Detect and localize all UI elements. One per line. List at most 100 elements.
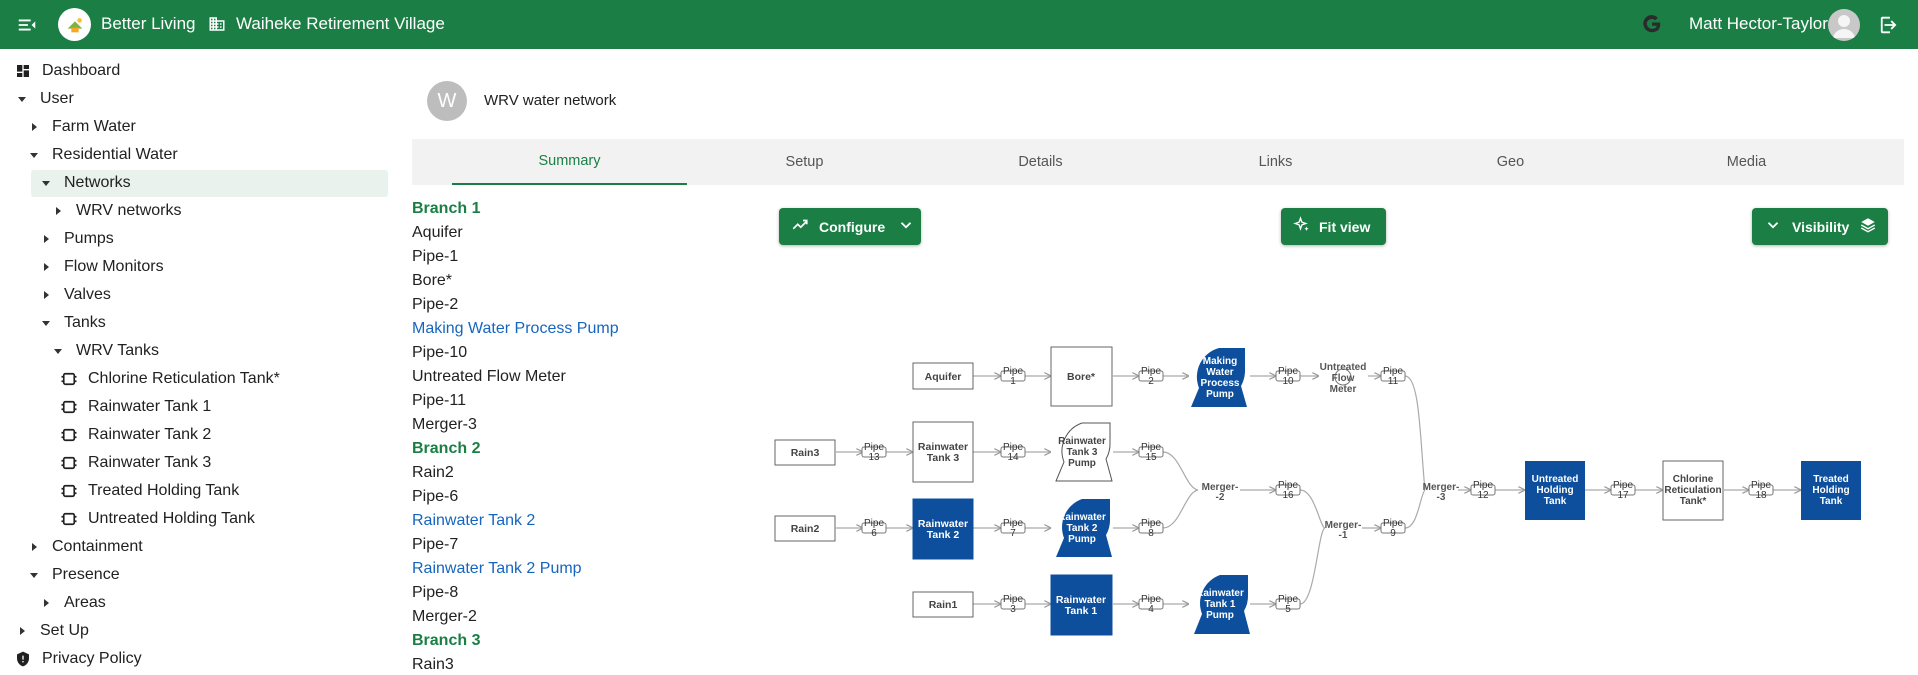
sidebar-item-presence[interactable]: Presence bbox=[28, 561, 120, 589]
caret-down-icon bbox=[40, 317, 52, 329]
list-item: Untreated Flow Meter bbox=[412, 368, 566, 385]
sidebar-item-areas[interactable]: Areas bbox=[40, 589, 106, 617]
sidebar-item-tank[interactable]: Rainwater Tank 1 bbox=[60, 393, 211, 421]
app-name[interactable]: Better Living bbox=[101, 14, 196, 34]
sidebar-item-tanks[interactable]: Tanks bbox=[40, 309, 106, 337]
rainwater-tank-1-node[interactable]: RainwaterTank 1 bbox=[1050, 574, 1113, 636]
tab-summary[interactable]: Summary bbox=[452, 139, 687, 185]
sidebar-item-wrv-networks[interactable]: WRV networks bbox=[52, 197, 182, 225]
pipe-18-node[interactable]: Pipe18 bbox=[1748, 480, 1774, 501]
tab-geo[interactable]: Geo bbox=[1393, 139, 1628, 185]
pipe-2-node[interactable]: Pipe2 bbox=[1138, 366, 1164, 387]
sidebar-item-dashboard[interactable]: Dashboard bbox=[14, 57, 120, 85]
configure-button[interactable]: Configure bbox=[779, 208, 921, 245]
list-item-link[interactable]: Making Water Process Pump bbox=[412, 319, 619, 339]
rain1-node[interactable]: Rain1 bbox=[912, 591, 974, 618]
tank-icon bbox=[60, 454, 78, 472]
pipe-6-node[interactable]: Pipe6 bbox=[861, 518, 887, 539]
google-icon[interactable] bbox=[1641, 13, 1663, 35]
pipe-10-node[interactable]: Pipe10 bbox=[1275, 366, 1301, 387]
sidebar-item-tank[interactable]: Rainwater Tank 3 bbox=[60, 449, 211, 477]
pipe-12-node[interactable]: Pipe12 bbox=[1470, 480, 1496, 501]
pipe-7-node[interactable]: Pipe7 bbox=[1000, 518, 1026, 539]
sidebar-item-tank[interactable]: Chlorine Reticulation Tank* bbox=[60, 365, 280, 393]
sidebar-label: Rainwater Tank 3 bbox=[88, 454, 212, 471]
sidebar-item-farm-water[interactable]: Farm Water bbox=[28, 113, 136, 141]
svg-text:Tank 2: Tank 2 bbox=[1067, 523, 1098, 534]
rain2-node[interactable]: Rain2 bbox=[774, 515, 836, 542]
pipe-15-node[interactable]: Pipe15 bbox=[1138, 442, 1164, 463]
menu-collapse-icon[interactable] bbox=[16, 14, 38, 36]
sidebar-item-networks[interactable]: Networks bbox=[40, 169, 131, 197]
visibility-button[interactable]: Visibility bbox=[1752, 208, 1888, 245]
sidebar-item-wrv-tanks[interactable]: WRV Tanks bbox=[52, 337, 159, 365]
pipe-16-node[interactable]: Pipe16 bbox=[1275, 480, 1301, 501]
rainwater-tank-2-pump-node[interactable]: Rainwater Tank 2 Pump bbox=[1056, 499, 1112, 557]
list-item-link[interactable]: Rainwater Tank 2 bbox=[412, 511, 535, 531]
caret-right-icon bbox=[28, 541, 40, 553]
sidebar-label: Pumps bbox=[64, 230, 114, 247]
pipe-3-node[interactable]: Pipe3 bbox=[1000, 594, 1026, 615]
svg-text:Tank 3: Tank 3 bbox=[927, 452, 960, 464]
sidebar-item-tank[interactable]: Rainwater Tank 2 bbox=[60, 421, 211, 449]
pipe-1-node[interactable]: Pipe1 bbox=[1000, 366, 1026, 387]
better-living-logo[interactable] bbox=[58, 8, 91, 41]
pipe-14-node[interactable]: Pipe14 bbox=[1000, 442, 1026, 463]
treated-holding-tank-node[interactable]: Treated Holding Tank bbox=[1801, 461, 1861, 520]
sidebar-item-tank[interactable]: Treated Holding Tank bbox=[60, 477, 239, 505]
sidebar-item-set-up[interactable]: Set Up bbox=[16, 617, 89, 645]
sidebar-item-valves[interactable]: Valves bbox=[40, 281, 111, 309]
user-avatar[interactable] bbox=[1828, 9, 1860, 41]
rainwater-tank-3-pump-node[interactable]: Rainwater Tank 3 Pump bbox=[1055, 422, 1113, 482]
aquifer-node[interactable]: Aquifer bbox=[912, 362, 974, 390]
chlorine-reticulation-tank-node[interactable]: Chlorine Reticulation Tank* bbox=[1662, 460, 1724, 521]
tab-setup[interactable]: Setup bbox=[687, 139, 922, 185]
fit-view-button[interactable]: Fit view bbox=[1281, 208, 1386, 245]
list-item: Merger-2 bbox=[412, 608, 477, 625]
pipe-4-node[interactable]: Pipe4 bbox=[1138, 594, 1164, 615]
list-item-link[interactable]: Rainwater Tank 2 Pump bbox=[412, 559, 582, 579]
rainwater-tank-2-node[interactable]: RainwaterTank 2 bbox=[912, 498, 974, 560]
svg-text:Tank: Tank bbox=[1544, 496, 1567, 507]
sidebar-item-pumps[interactable]: Pumps bbox=[40, 225, 114, 253]
site-name[interactable]: Waiheke Retirement Village bbox=[236, 14, 445, 34]
tab-media[interactable]: Media bbox=[1629, 139, 1864, 185]
tank-icon bbox=[60, 426, 78, 444]
pipe-17-node[interactable]: Pipe17 bbox=[1610, 480, 1636, 501]
untreated-flow-meter-node[interactable]: Untreated Flow Meter bbox=[1320, 362, 1367, 395]
svg-text:Pump: Pump bbox=[1068, 534, 1096, 545]
merger-2-node[interactable]: Merger--2 bbox=[1202, 482, 1239, 503]
sidebar-item-privacy-policy[interactable]: Privacy Policy bbox=[14, 645, 142, 673]
pipe-9-node[interactable]: Pipe9 bbox=[1380, 518, 1406, 539]
untreated-holding-tank-node[interactable]: Untreated Holding Tank bbox=[1525, 461, 1585, 520]
making-water-process-pump-node[interactable]: Making Water Process Pump bbox=[1191, 348, 1247, 407]
caret-down-icon bbox=[16, 93, 28, 105]
svg-text:Bore*: Bore* bbox=[1067, 371, 1096, 383]
logout-icon[interactable] bbox=[1879, 14, 1901, 36]
svg-text:Pump: Pump bbox=[1206, 610, 1234, 621]
pipe-8-node[interactable]: Pipe8 bbox=[1138, 518, 1164, 539]
rainwater-tank-3-node[interactable]: RainwaterTank 3 bbox=[912, 421, 974, 483]
tab-details[interactable]: Details bbox=[923, 139, 1158, 185]
sidebar-item-residential-water[interactable]: Residential Water bbox=[28, 141, 178, 169]
sidebar-item-user[interactable]: User bbox=[16, 85, 74, 113]
caret-right-icon bbox=[28, 121, 40, 133]
svg-text:1: 1 bbox=[1010, 376, 1016, 387]
sidebar-item-flow-monitors[interactable]: Flow Monitors bbox=[40, 253, 164, 281]
pipe-13-node[interactable]: Pipe13 bbox=[861, 442, 887, 463]
sidebar-item-containment[interactable]: Containment bbox=[28, 533, 143, 561]
sidebar-label: Chlorine Reticulation Tank* bbox=[88, 370, 280, 387]
svg-text:6: 6 bbox=[871, 528, 877, 539]
rainwater-tank-1-pump-node[interactable]: Rainwater Tank 1 Pump bbox=[1194, 575, 1250, 634]
merger-3-node[interactable]: Merger--3 bbox=[1423, 482, 1460, 503]
svg-text:Tank*: Tank* bbox=[1680, 496, 1707, 507]
pipe-11-node[interactable]: Pipe11 bbox=[1380, 366, 1406, 387]
user-name[interactable]: Matt Hector-Taylor bbox=[1689, 14, 1828, 34]
sidebar-item-tank[interactable]: Untreated Holding Tank bbox=[60, 505, 255, 533]
rain3-node[interactable]: Rain3 bbox=[774, 439, 836, 466]
merger-1-node[interactable]: Merger--1 bbox=[1325, 520, 1362, 541]
network-diagram[interactable]: Pipe1 Pipe2 Pipe10 Pipe11 Pipe13 Pipe14 … bbox=[770, 340, 1910, 640]
bore-node[interactable]: Bore* bbox=[1050, 346, 1113, 407]
pipe-5-node[interactable]: Pipe5 bbox=[1275, 594, 1301, 615]
tab-links[interactable]: Links bbox=[1158, 139, 1393, 185]
